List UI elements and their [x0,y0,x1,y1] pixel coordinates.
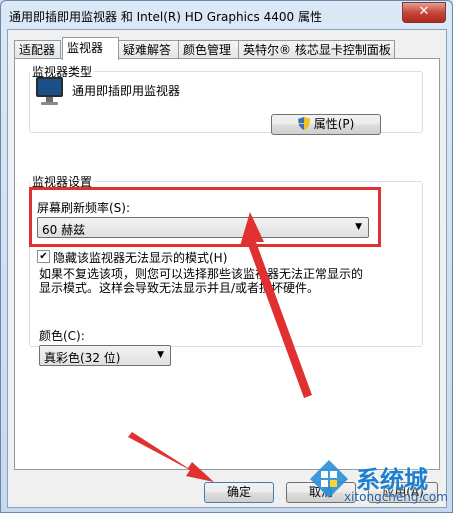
arrow-to-ok-button [128,432,214,482]
watermark-url: xitongcheng.com [344,490,448,504]
arrow-to-refresh-dropdown [240,212,312,398]
tab-monitor[interactable]: 监视器 [62,37,119,60]
annotation-arrows [128,212,312,482]
watermark: 系统城 xitongcheng.com [300,452,450,508]
